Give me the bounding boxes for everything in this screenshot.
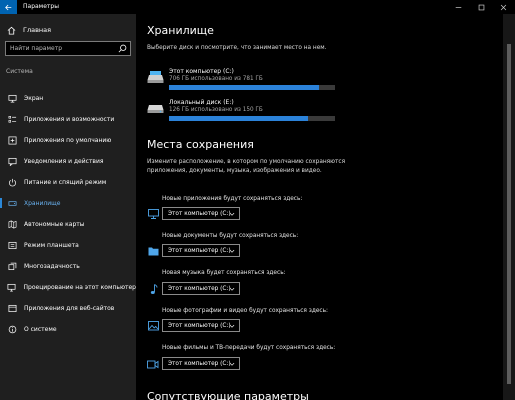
chevron-down-icon	[229, 287, 235, 291]
related-settings-title: Сопутствующие параметры	[147, 390, 309, 400]
main-content: Хранилище Выберите диск и посмотрите, чт…	[136, 14, 503, 400]
chevron-down-icon	[229, 249, 235, 253]
chevron-down-icon	[229, 362, 235, 366]
sidebar-item-notifications[interactable]: Уведомления и действия	[0, 153, 136, 169]
sidebar-item-label: Многозадачность	[24, 262, 80, 270]
drive-usage: 126 ГБ использовано из 150 ГБ	[169, 107, 263, 113]
minimize-icon	[455, 6, 462, 8]
save-location-value: Этот компьютер (C:)	[168, 210, 231, 217]
window-title: Параметры	[23, 3, 59, 10]
save-location-value: Этот компьютер (C:)	[168, 247, 231, 254]
drive-usage: 706 ГБ использовано из 781 ГБ	[169, 76, 263, 82]
sidebar-section-label: Система	[6, 68, 33, 75]
projecting-icon	[7, 282, 17, 292]
apps-monitor-icon	[146, 208, 160, 220]
close-icon	[500, 4, 507, 10]
sidebar-item-label: Приложения для веб-сайтов	[24, 304, 115, 312]
drive-name: Локальный диск (E:)	[169, 99, 234, 106]
chevron-down-icon	[229, 324, 235, 328]
offline-maps-icon	[7, 219, 17, 229]
apps-list-icon	[7, 114, 17, 124]
sidebar-item-tablet-mode[interactable]: Режим планшета	[0, 237, 136, 253]
save-locations-description: Измените расположение, в котором по умол…	[147, 159, 346, 174]
drive-usage-bar	[169, 85, 335, 90]
search-icon	[118, 44, 127, 53]
sidebar-item-apps-features[interactable]: Приложения и возможности	[0, 111, 136, 127]
minimize-button[interactable]	[447, 0, 470, 14]
nav-home[interactable]: Главная	[7, 25, 51, 35]
computer-drive-icon	[147, 71, 164, 83]
sidebar-item-display[interactable]: Экран	[0, 90, 136, 106]
save-location-value: Этот компьютер (C:)	[168, 360, 231, 367]
music-note-icon	[146, 283, 160, 295]
scrollbar-thumb[interactable]	[507, 44, 511, 384]
default-apps-icon	[7, 135, 17, 145]
sidebar-item-label: Питание и спящий режим	[24, 178, 107, 186]
sidebar-item-label: Приложения и возможности	[24, 115, 115, 123]
storage-title: Хранилище	[147, 24, 214, 37]
sidebar-item-label: Автономные карты	[24, 220, 85, 228]
sidebar-item-label: Режим планшета	[24, 241, 79, 249]
drive-usage-bar	[169, 116, 335, 121]
save-location-select-movies[interactable]: Этот компьютер (C:)	[162, 357, 240, 370]
drive-name: Этот компьютер (C:)	[169, 68, 234, 75]
save-location-value: Этот компьютер (C:)	[168, 322, 231, 329]
maximize-icon	[478, 4, 485, 10]
sidebar-item-projecting[interactable]: Проецирование на этот компьютер	[0, 279, 136, 295]
sidebar: Главная Система Экран Приложения и возмо…	[0, 14, 136, 400]
drive-usage-bar-fill	[169, 85, 320, 90]
search-input[interactable]	[10, 42, 116, 55]
drive-c[interactable]: Этот компьютер (C:) 706 ГБ использовано …	[147, 68, 337, 98]
power-icon	[7, 177, 17, 187]
save-location-select-photos[interactable]: Этот компьютер (C:)	[162, 319, 240, 332]
documents-folder-icon	[146, 245, 160, 257]
close-button[interactable]	[492, 0, 515, 14]
sidebar-item-label: Экран	[24, 94, 44, 102]
sidebar-item-power-sleep[interactable]: Питание и спящий режим	[0, 174, 136, 190]
sidebar-item-label: Хранилище	[24, 199, 61, 207]
local-drive-icon	[147, 105, 164, 113]
save-locations-title: Места сохранения	[147, 138, 254, 151]
sidebar-item-apps-for-websites[interactable]: Приложения для веб-сайтов	[0, 300, 136, 316]
sidebar-item-label: Приложения по умолчанию	[24, 136, 112, 144]
save-location-label-documents: Новые документы будут сохраняться здесь:	[162, 233, 299, 239]
chevron-down-icon	[229, 212, 235, 216]
save-location-label-movies: Новые фильмы и ТВ-передачи будут сохраня…	[162, 345, 336, 351]
save-location-select-documents[interactable]: Этот компьютер (C:)	[162, 244, 240, 257]
sidebar-item-default-apps[interactable]: Приложения по умолчанию	[0, 132, 136, 148]
save-location-select-music[interactable]: Этот компьютер (C:)	[162, 282, 240, 295]
sidebar-item-offline-maps[interactable]: Автономные карты	[0, 216, 136, 232]
info-icon	[7, 324, 17, 334]
multitasking-icon	[7, 261, 17, 271]
nav-home-label: Главная	[23, 26, 52, 34]
drive-e[interactable]: Локальный диск (E:) 126 ГБ использовано …	[147, 99, 337, 129]
drive-usage-bar-fill	[169, 116, 309, 121]
search-box[interactable]	[5, 41, 131, 56]
save-location-value: Этот компьютер (C:)	[168, 285, 231, 292]
title-bar: Параметры	[0, 0, 515, 14]
sidebar-item-label: Проецирование на этот компьютер	[23, 283, 136, 291]
sidebar-item-label: Уведомления и действия	[24, 157, 104, 165]
storage-description: Выберите диск и посмотрите, что занимает…	[147, 45, 327, 51]
sidebar-item-about[interactable]: О системе	[0, 321, 136, 337]
save-location-select-apps[interactable]: Этот компьютер (C:)	[162, 207, 240, 220]
photos-icon	[146, 320, 160, 332]
sidebar-item-storage[interactable]: Хранилище	[0, 195, 136, 211]
scrollbar[interactable]	[503, 14, 515, 400]
notifications-icon	[7, 156, 17, 166]
maximize-button[interactable]	[470, 0, 493, 14]
save-location-label-photos: Новые фотографии и видео будут сохранять…	[162, 308, 328, 314]
storage-icon	[7, 198, 17, 208]
apps-for-websites-icon	[7, 303, 17, 313]
video-camera-icon	[146, 358, 160, 370]
sidebar-item-multitasking[interactable]: Многозадачность	[0, 258, 136, 274]
monitor-icon	[7, 93, 17, 103]
back-arrow-icon	[5, 4, 12, 10]
save-location-label-apps: Новые приложения будут сохраняться здесь…	[162, 196, 303, 202]
home-icon	[7, 26, 16, 35]
back-button[interactable]	[0, 0, 17, 14]
sidebar-item-label: О системе	[24, 325, 57, 333]
tablet-mode-icon	[7, 240, 17, 250]
save-location-label-music: Новая музыка будет сохраняться здесь:	[162, 270, 286, 276]
